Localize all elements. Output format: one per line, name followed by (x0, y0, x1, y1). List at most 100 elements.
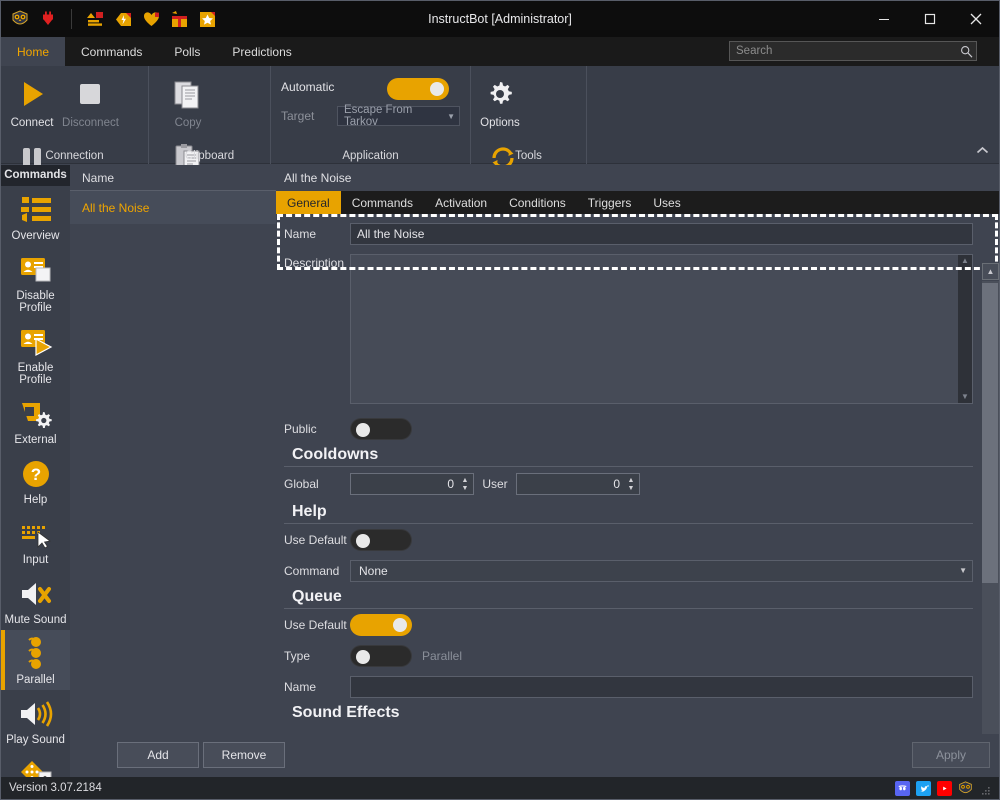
detail-pane-scrollbar[interactable]: ▲ ▼ (981, 263, 999, 756)
target-label: Target (281, 109, 315, 123)
automatic-toggle[interactable] (387, 78, 449, 100)
minimize-button[interactable] (861, 1, 907, 37)
stepper-up-icon[interactable]: ▲ (462, 477, 469, 484)
application-window: InstructBot [Administrator] Home Command… (0, 0, 1000, 800)
profile-enable-icon (19, 323, 53, 361)
connect-button[interactable]: Connect (5, 66, 59, 130)
type-value: Parallel (422, 648, 463, 663)
ribbon-tab-bar: Home Commands Polls Predictions (1, 37, 999, 66)
public-toggle[interactable] (350, 418, 412, 440)
search-icon[interactable] (956, 45, 976, 58)
search-box[interactable] (729, 41, 977, 61)
general-form-scroll-content: Name Description ▲ ▼ Public (276, 214, 981, 756)
tab-triggers[interactable]: Triggers (577, 191, 643, 214)
global-cooldown-stepper[interactable]: 0 ▲ ▼ (350, 473, 474, 495)
type-label: Type (284, 648, 311, 663)
type-toggle[interactable] (350, 644, 412, 667)
sidebar-item-input[interactable]: Input (1, 510, 70, 570)
scroll-down-icon[interactable]: ▼ (961, 391, 969, 403)
description-scrollbar[interactable]: ▲ ▼ (958, 255, 972, 403)
sidebar-item-parallel[interactable]: Parallel (1, 630, 70, 690)
description-label: Description (284, 256, 345, 270)
discord-icon[interactable] (895, 780, 910, 796)
list-overview-icon (19, 191, 53, 229)
add-button[interactable]: Add (117, 742, 199, 768)
help-use-default-toggle[interactable] (350, 528, 412, 551)
commands-icon[interactable] (84, 8, 106, 30)
ribbon-tab-predictions[interactable]: Predictions (216, 37, 307, 66)
target-select[interactable]: Escape From Tarkov ▼ (337, 104, 460, 128)
toolbar-separator (71, 9, 72, 29)
close-button[interactable] (953, 1, 999, 37)
list-column-header-name[interactable]: Name (70, 165, 276, 191)
form-row-public: Public (276, 414, 981, 444)
form-row-help-use-default: Use Default (276, 524, 981, 555)
plug-icon[interactable] (37, 8, 59, 30)
sidebar-item-play-sound[interactable]: Play Sound (1, 690, 70, 750)
global-cooldown-value: 0 (447, 477, 454, 491)
sidebar-item-random[interactable]: Random (1, 750, 70, 777)
sidebar-item-help[interactable]: ? Help (1, 450, 70, 510)
ribbon-tab-home[interactable]: Home (1, 37, 66, 66)
list-item[interactable]: All the Noise (70, 191, 276, 224)
ribbon-tab-commands[interactable]: Commands (65, 37, 158, 66)
sidebar-item-disable-profile[interactable]: Disable Profile (1, 246, 70, 318)
play-icon (15, 74, 49, 114)
command-select[interactable]: None ▼ (350, 559, 973, 582)
resize-grip-icon[interactable] (981, 783, 991, 795)
heart-icon[interactable] (140, 8, 162, 30)
tab-activation[interactable]: Activation (424, 191, 498, 214)
user-cooldown-stepper[interactable]: 0 ▲ ▼ (516, 473, 640, 495)
ribbon-group-label-tools: Tools (515, 150, 542, 162)
play-sound-icon (19, 695, 53, 733)
quick-access-toolbar (1, 1, 218, 37)
copy-icon (173, 74, 203, 114)
description-textarea[interactable]: ▲ ▼ (350, 254, 973, 404)
queue-name-input[interactable] (350, 675, 973, 698)
user-cooldown-arrows[interactable]: ▲ ▼ (625, 477, 639, 492)
stepper-down-icon[interactable]: ▼ (628, 485, 635, 492)
owl-logo-icon[interactable] (9, 8, 31, 30)
owl-logo-icon[interactable] (958, 780, 973, 796)
user-label: User (482, 477, 508, 491)
youtube-icon[interactable] (937, 780, 952, 796)
sidebar-item-enable-profile[interactable]: Enable Profile (1, 318, 70, 390)
automatic-label: Automatic (281, 80, 335, 94)
section-help: Help (284, 501, 973, 524)
stepper-down-icon[interactable]: ▼ (462, 485, 469, 492)
tab-uses[interactable]: Uses (642, 191, 691, 214)
help-question-icon: ? (19, 455, 53, 493)
star-icon[interactable] (196, 8, 218, 30)
sidebar-item-label-disable-profile: Disable Profile (16, 290, 55, 314)
social-links (895, 780, 999, 796)
global-cooldown-arrows[interactable]: ▲ ▼ (459, 477, 473, 492)
search-input[interactable] (730, 45, 956, 57)
lightning-tag-icon[interactable] (112, 8, 134, 30)
scroll-up-icon[interactable]: ▲ (961, 255, 969, 267)
gift-icon[interactable] (168, 8, 190, 30)
bottom-button-bar: Add Remove Apply (70, 734, 999, 777)
apply-button[interactable]: Apply (912, 742, 990, 768)
disconnect-button[interactable]: Disconnect (62, 66, 119, 130)
command-select-value: None (359, 563, 388, 578)
maximize-button[interactable] (907, 1, 953, 37)
queue-use-default-toggle[interactable] (350, 613, 412, 636)
form-row-description: Description ▲ ▼ (276, 248, 981, 414)
ribbon-tab-polls[interactable]: Polls (158, 37, 216, 66)
chevron-up-icon[interactable] (976, 146, 989, 158)
options-button[interactable]: Options (473, 66, 527, 130)
sidebar-item-external[interactable]: External (1, 390, 70, 450)
tab-commands[interactable]: Commands (341, 191, 424, 214)
copy-button[interactable]: Copy (161, 66, 215, 130)
scroll-up-button[interactable]: ▲ (982, 263, 999, 280)
scrollbar-thumb[interactable] (982, 283, 998, 583)
twitter-icon[interactable] (916, 780, 931, 796)
sidebar-item-label-play-sound: Play Sound (6, 734, 65, 746)
remove-button[interactable]: Remove (203, 742, 285, 768)
tab-general[interactable]: General (276, 191, 341, 214)
tab-conditions[interactable]: Conditions (498, 191, 577, 214)
name-input[interactable] (350, 223, 973, 245)
stepper-up-icon[interactable]: ▲ (628, 477, 635, 484)
sidebar-item-overview[interactable]: Overview (1, 186, 70, 246)
sidebar-item-mute-sound[interactable]: Mute Sound (1, 570, 70, 630)
